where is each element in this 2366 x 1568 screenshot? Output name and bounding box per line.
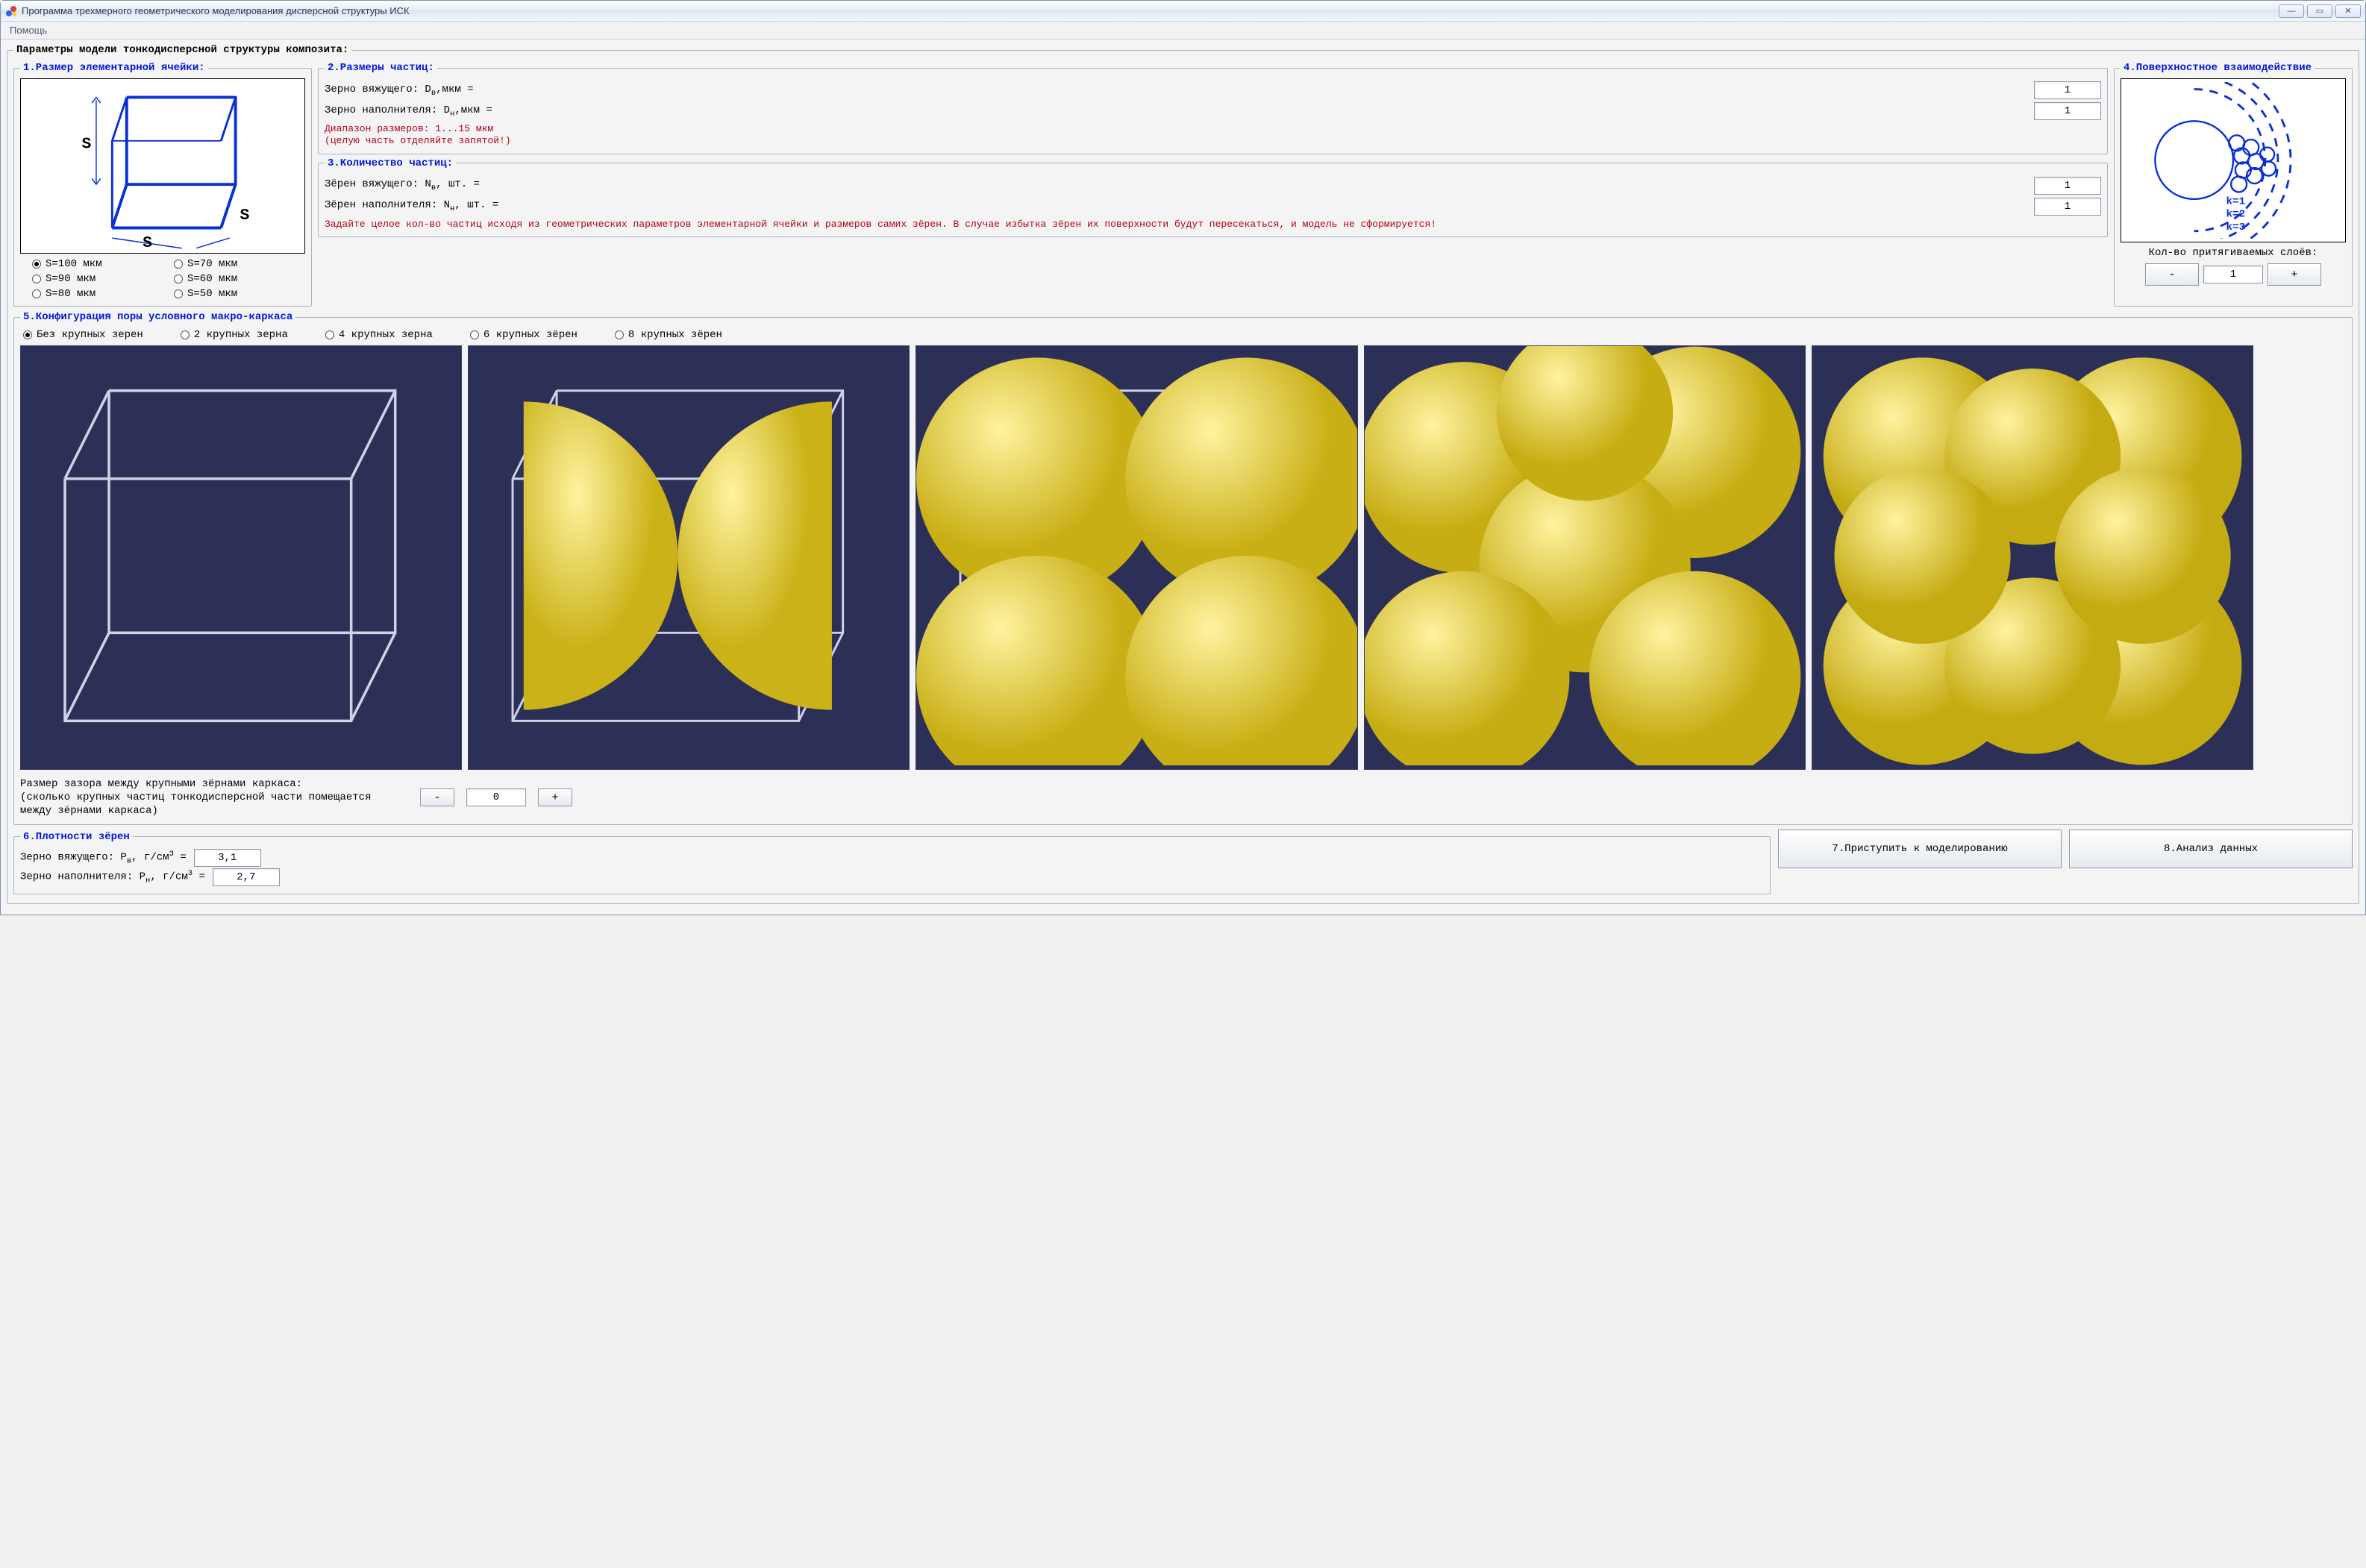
start-modeling-button[interactable]: 7.Приступить к моделированию xyxy=(1778,830,2062,868)
radio-s-50[interactable]: S=50 мкм xyxy=(174,288,302,300)
section-1-legend: 1.Размер элементарной ячейки: xyxy=(20,62,208,74)
close-button[interactable]: ✕ xyxy=(2335,4,2361,18)
minimize-button[interactable]: — xyxy=(2279,4,2304,18)
filler-density-input[interactable] xyxy=(213,868,280,886)
radio-pore-6-label: 6 крупных зёрен xyxy=(483,329,578,341)
filler-grain-size-row: Зерно наполнителя: Dн,мкм = xyxy=(325,102,2101,120)
filler-grain-size-label: Зерно наполнителя: Dн,мкм = xyxy=(325,104,2028,119)
main-params-group: Параметры модели тонкодисперсной структу… xyxy=(7,44,2359,904)
section-5-legend: 5.Конфигурация поры условного макро-карк… xyxy=(20,311,295,323)
radio-pore-4-label: 4 крупных зерна xyxy=(339,329,433,341)
radio-pore-8[interactable]: 8 крупных зёрен xyxy=(615,329,722,341)
radio-s-60-label: S=60 мкм xyxy=(187,273,237,285)
layers-stepper: - + xyxy=(2121,263,2346,286)
radio-s-100[interactable]: S=100 мкм xyxy=(32,258,160,270)
layers-caption: Кол-во притягиваемых слоёв: xyxy=(2121,247,2346,259)
binder-grain-size-input[interactable] xyxy=(2034,81,2101,99)
pore-image-8 xyxy=(1812,345,2253,770)
filler-grain-size-input[interactable] xyxy=(2034,102,2101,120)
sections-2-3-column: 2.Размеры частиц: Зерно вяжущего: Dв,мкм… xyxy=(318,60,2108,310)
k3-label: k=3 xyxy=(2226,222,2245,233)
pore-image-4 xyxy=(916,345,1357,770)
cube-illustration: S S S xyxy=(20,78,305,254)
binder-density-row: Зерно вяжущего: Pв, г/см3 = xyxy=(20,849,1764,867)
filler-count-row: Зёрен наполнителя: Nн, шт. = xyxy=(325,198,2101,216)
binder-count-label: Зёрен вяжущего: Nв, шт. = xyxy=(325,178,2028,192)
binder-grain-size-label: Зерно вяжущего: Dв,мкм = xyxy=(325,84,2028,98)
window-title: Программа трехмерного геометрического мо… xyxy=(22,5,2279,16)
section-6-densities: 6.Плотности зёрен Зерно вяжущего: Pв, г/… xyxy=(13,831,1771,894)
section-4-surface-interaction: 4.Поверхностное взаимодействие xyxy=(2114,62,2353,307)
radio-pore-8-label: 8 крупных зёрен xyxy=(628,329,722,341)
gap-minus-button[interactable]: - xyxy=(420,788,454,806)
app-window: Программа трехмерного геометрического мо… xyxy=(0,0,2366,915)
radio-s-80-label: S=80 мкм xyxy=(46,288,96,300)
radio-pore-0[interactable]: Без крупных зерен xyxy=(23,329,143,341)
filler-density-label: Зерно наполнителя: Pн, г/см3 = xyxy=(20,869,205,885)
section-5-pore-config: 5.Конфигурация поры условного макро-карк… xyxy=(13,311,2353,825)
binder-density-label: Зерно вяжущего: Pв, г/см3 = xyxy=(20,850,187,865)
section-3-legend: 3.Количество частиц: xyxy=(325,157,456,169)
section-6-legend: 6.Плотности зёрен xyxy=(20,831,133,843)
gap-value-input[interactable] xyxy=(466,788,526,806)
titlebar: Программа трехмерного геометрического мо… xyxy=(1,1,2365,22)
menu-help[interactable]: Помощь xyxy=(5,23,51,37)
dim-label-s-v: S xyxy=(81,135,91,153)
section-2-legend: 2.Размеры частиц: xyxy=(325,62,437,74)
binder-density-input[interactable] xyxy=(194,849,261,867)
binder-count-input[interactable] xyxy=(2034,177,2101,195)
radio-s-90-label: S=90 мкм xyxy=(46,273,96,285)
binder-grain-size-row: Зерно вяжущего: Dв,мкм = xyxy=(325,81,2101,99)
pore-image-6 xyxy=(1364,345,1806,770)
radio-s-70-label: S=70 мкм xyxy=(187,258,237,270)
radio-s-80[interactable]: S=80 мкм xyxy=(32,288,160,300)
app-icon xyxy=(5,5,17,17)
dim-label-s-1: S xyxy=(143,233,152,249)
binder-count-row: Зёрен вяжущего: Nв, шт. = xyxy=(325,177,2101,195)
section-3-particle-counts: 3.Количество частиц: Зёрен вяжущего: Nв,… xyxy=(318,157,2108,237)
window-controls: — ▭ ✕ xyxy=(2279,4,2361,18)
radio-pore-6[interactable]: 6 крупных зёрен xyxy=(470,329,578,341)
radio-pore-2-label: 2 крупных зерна xyxy=(194,329,288,341)
radio-s-100-label: S=100 мкм xyxy=(46,258,102,270)
section-2-hint: Диапазон размеров: 1...15 мкм (целую час… xyxy=(325,123,2101,148)
radio-pore-4[interactable]: 4 крупных зерна xyxy=(325,329,433,341)
k1-label: k=1 xyxy=(2226,196,2245,208)
filler-count-label: Зёрен наполнителя: Nн, шт. = xyxy=(325,199,2028,213)
main-params-legend: Параметры модели тонкодисперсной структу… xyxy=(13,44,351,56)
section-4-legend: 4.Поверхностное взаимодействие xyxy=(2121,62,2315,74)
filler-count-input[interactable] xyxy=(2034,198,2101,216)
radio-pore-2[interactable]: 2 крупных зерна xyxy=(181,329,288,341)
section-2-particle-sizes: 2.Размеры частиц: Зерно вяжущего: Dв,мкм… xyxy=(318,62,2108,154)
client-area: Параметры модели тонкодисперсной структу… xyxy=(1,40,2365,915)
interaction-illustration: k=1 k=2 k=3 xyxy=(2121,78,2346,242)
section-3-hint: Задайте целое кол-во частиц исходя из ге… xyxy=(325,219,2101,231)
dim-label-s-2: S xyxy=(240,206,249,224)
radio-s-90[interactable]: S=90 мкм xyxy=(32,273,160,285)
analyze-data-button[interactable]: 8.Анализ данных xyxy=(2069,830,2353,868)
radio-s-60[interactable]: S=60 мкм xyxy=(174,273,302,285)
gap-row: Размер зазора между крупными зёрнами кар… xyxy=(20,770,2346,818)
pore-images-row xyxy=(20,345,2346,770)
radio-pore-0-label: Без крупных зерен xyxy=(37,329,143,341)
radio-s-70[interactable]: S=70 мкм xyxy=(174,258,302,270)
menubar: Помощь xyxy=(1,22,2365,40)
pore-image-0 xyxy=(20,345,462,770)
layers-value-input[interactable] xyxy=(2203,266,2263,283)
filler-density-row: Зерно наполнителя: Pн, г/см3 = xyxy=(20,868,1764,886)
layers-plus-button[interactable]: + xyxy=(2268,263,2321,286)
layers-minus-button[interactable]: - xyxy=(2145,263,2199,286)
maximize-button[interactable]: ▭ xyxy=(2307,4,2332,18)
k2-label: k=2 xyxy=(2226,209,2245,221)
section-1-cell-size: 1.Размер элементарной ячейки: xyxy=(13,62,312,307)
radio-s-50-label: S=50 мкм xyxy=(187,288,237,300)
gap-plus-button[interactable]: + xyxy=(538,788,572,806)
cell-size-radios: S=100 мкм S=70 мкм S=90 мкм S=60 мкм S=8… xyxy=(20,254,305,300)
pore-config-radios: Без крупных зерен 2 крупных зерна 4 круп… xyxy=(20,327,2346,345)
pore-image-2 xyxy=(468,345,910,770)
gap-text: Размер зазора между крупными зёрнами кар… xyxy=(20,777,408,818)
